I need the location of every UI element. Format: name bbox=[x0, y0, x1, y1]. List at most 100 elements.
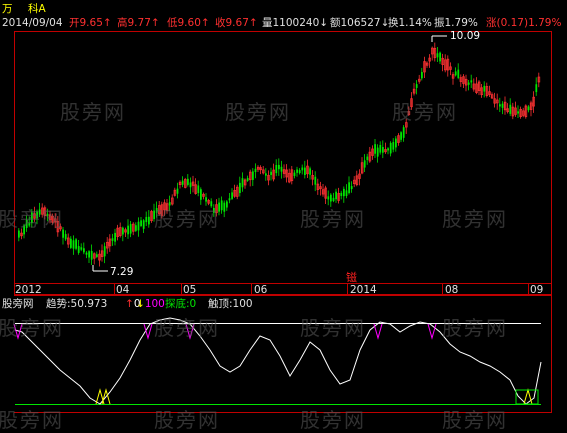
candle-body bbox=[275, 165, 278, 174]
candle-body bbox=[293, 172, 296, 176]
watermark-10: 股旁网 bbox=[300, 316, 366, 340]
candle-body bbox=[226, 201, 228, 208]
candle-body bbox=[239, 182, 241, 194]
candle-body bbox=[509, 104, 512, 114]
candle-body bbox=[114, 232, 116, 242]
candle-body bbox=[140, 220, 142, 226]
candle-body bbox=[265, 173, 267, 176]
high-annotation bbox=[431, 35, 447, 42]
bottom-touch-marks bbox=[95, 388, 539, 405]
candle-body bbox=[77, 246, 80, 253]
candle-body bbox=[314, 176, 317, 185]
high-price-label: 10.09 bbox=[450, 30, 481, 42]
candle-body bbox=[88, 251, 90, 258]
high-readout: 高9.77↑ bbox=[117, 17, 160, 29]
candle-body bbox=[527, 106, 530, 111]
candle-body bbox=[127, 225, 129, 235]
candle-body bbox=[280, 166, 283, 172]
top-readout: 触顶:100 bbox=[208, 298, 253, 310]
low-annotation bbox=[92, 265, 108, 272]
candle-body bbox=[304, 167, 306, 176]
candle-body bbox=[70, 238, 72, 248]
candle-body bbox=[392, 142, 395, 150]
turnover-readout: 换1.14% bbox=[388, 17, 432, 29]
amount-readout: 额106527↓ bbox=[330, 17, 390, 29]
watermark-5: 股旁网 bbox=[154, 207, 220, 231]
watermark-11: 股旁网 bbox=[442, 316, 508, 340]
candle-body bbox=[467, 82, 470, 85]
x-label-08: 08 bbox=[445, 284, 459, 296]
candle-body bbox=[382, 147, 384, 153]
candle-body bbox=[309, 168, 311, 175]
candle-body bbox=[483, 85, 486, 92]
candle-body bbox=[223, 202, 226, 212]
candle-body bbox=[387, 148, 389, 151]
candle-body bbox=[197, 185, 200, 193]
volume-readout: 量1100240↓ bbox=[262, 17, 329, 29]
candle-body bbox=[72, 240, 75, 249]
candle-body bbox=[75, 239, 77, 249]
candle-body bbox=[187, 178, 189, 185]
candle-body bbox=[148, 216, 150, 225]
down-readout: ↓100 bbox=[136, 298, 165, 310]
candle-body bbox=[439, 52, 441, 62]
candle-body bbox=[470, 80, 473, 83]
watermark-9: 股旁网 bbox=[154, 316, 220, 340]
x-label-2012: 2012 bbox=[15, 284, 42, 296]
candle-body bbox=[330, 194, 332, 202]
candle-body bbox=[83, 248, 85, 253]
candles-group bbox=[18, 42, 541, 267]
candle-body bbox=[103, 246, 106, 257]
marker-glyph: 镃 bbox=[346, 270, 357, 284]
candle-body bbox=[231, 192, 233, 199]
candle-body bbox=[205, 197, 207, 202]
stock-title-left: 万 bbox=[2, 3, 13, 15]
candle-body bbox=[80, 247, 83, 250]
x-label-05: 05 bbox=[183, 284, 197, 296]
candle-body bbox=[517, 111, 519, 114]
candle-body bbox=[343, 188, 345, 197]
open-readout: 开9.65↑ bbox=[69, 17, 112, 29]
candle-body bbox=[189, 182, 192, 188]
candle-body bbox=[402, 127, 405, 138]
x-label-04: 04 bbox=[116, 284, 130, 296]
candle-body bbox=[90, 251, 93, 260]
candle-body bbox=[298, 170, 301, 174]
trend-readout: 趋势:50.973 bbox=[46, 298, 108, 310]
candle-body bbox=[278, 164, 280, 170]
candle-body bbox=[400, 132, 402, 140]
x-label-09: 09 bbox=[530, 284, 544, 296]
candle-body bbox=[374, 144, 376, 154]
candle-body bbox=[379, 144, 382, 153]
low-price-label: 7.29 bbox=[110, 266, 134, 278]
candle-body bbox=[96, 254, 98, 257]
candle-body bbox=[241, 178, 244, 188]
stock-title-right: 科A bbox=[28, 3, 46, 15]
watermark-3: 股旁网 bbox=[392, 100, 458, 124]
candle-body bbox=[366, 156, 369, 160]
close-readout: 收9.67↑ bbox=[215, 17, 258, 29]
x-label-06: 06 bbox=[254, 284, 268, 296]
candle-body bbox=[363, 160, 366, 168]
candle-body bbox=[421, 72, 423, 79]
candle-body bbox=[246, 178, 249, 181]
candle-body bbox=[332, 197, 335, 202]
amplitude-readout: 振1.79% bbox=[434, 17, 478, 29]
candle-body bbox=[395, 138, 397, 148]
candle-body bbox=[111, 238, 114, 241]
candle-body bbox=[340, 192, 343, 196]
candle-body bbox=[135, 225, 137, 231]
candle-body bbox=[228, 198, 231, 201]
candle-body bbox=[181, 180, 184, 185]
date-readout: 2014/09/04 bbox=[2, 17, 63, 29]
watermark-6: 股旁网 bbox=[300, 207, 366, 231]
candle-body bbox=[296, 169, 298, 173]
x-label-2014: 2014 bbox=[350, 284, 377, 296]
watermark-15: 股旁网 bbox=[442, 408, 508, 432]
candle-body bbox=[415, 84, 418, 88]
candle-body bbox=[345, 190, 348, 197]
bottom-readout: 探底:0 bbox=[165, 298, 197, 310]
candle-body bbox=[376, 147, 379, 157]
watermark-8: 股旁网 bbox=[0, 316, 64, 340]
candle-body bbox=[254, 168, 257, 172]
